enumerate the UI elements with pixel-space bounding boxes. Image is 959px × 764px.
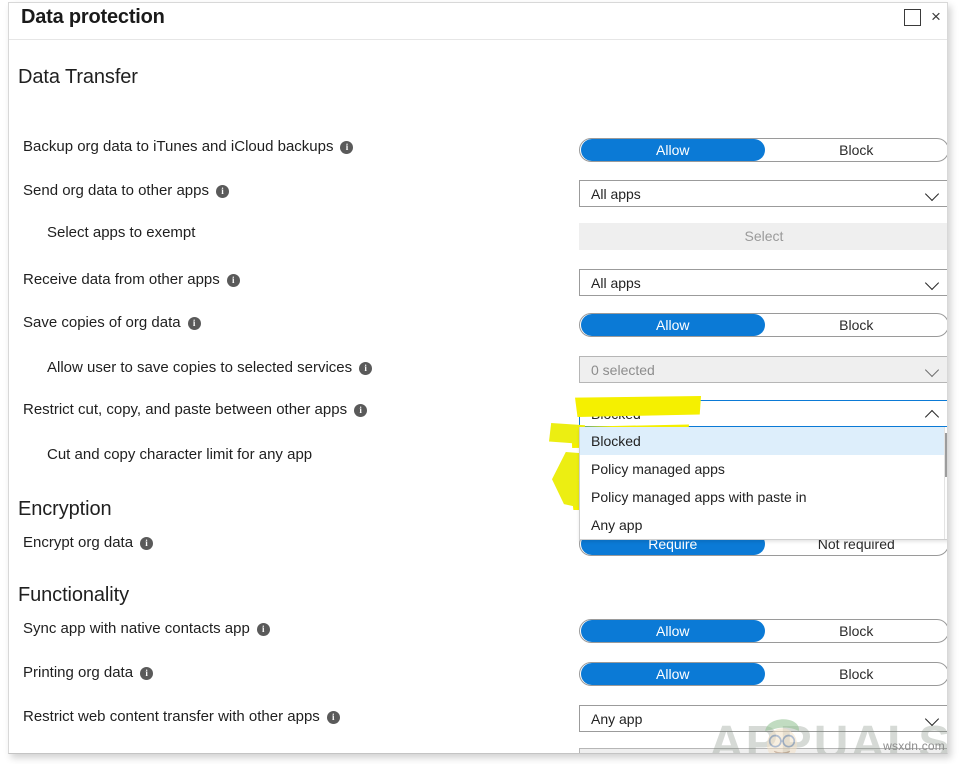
page-title: Data protection	[21, 6, 165, 28]
row-label-restrict-cut-copy-paste: Restrict cut, copy, and paste between ot…	[23, 401, 368, 418]
row-label-text: Send org data to other apps	[23, 182, 209, 199]
combo-receive-data[interactable]: All apps	[579, 269, 947, 296]
toggle-option-block[interactable]: Block	[765, 314, 948, 336]
row-label-text: Sync app with native contacts app	[23, 620, 250, 637]
section-heading-encryption: Encryption	[18, 498, 112, 520]
dropdown-option-blocked[interactable]: Blocked	[580, 427, 947, 455]
row-label-sync-contacts: Sync app with native contacts app i	[23, 620, 270, 637]
info-icon[interactable]: i	[326, 711, 340, 724]
appuals-mascot-icon	[765, 719, 800, 753]
info-icon[interactable]: i	[359, 362, 373, 375]
toggle-printing-org-data[interactable]: Allow Block	[579, 662, 948, 686]
combo-send-org-data[interactable]: All apps	[579, 180, 947, 207]
row-label-printing-org-data: Printing org data i	[23, 664, 154, 681]
data-protection-window: Data protection × Data Transfer Backup o…	[8, 2, 948, 754]
row-label-allow-save-selected-services: Allow user to save copies to selected se…	[47, 359, 373, 376]
combo-value: All apps	[591, 274, 641, 291]
combo-allow-save-selected-services[interactable]: 0 selected	[579, 356, 947, 383]
row-label-text: Cut and copy character limit for any app	[47, 446, 313, 463]
row-label-text: Encrypt org data	[23, 534, 134, 551]
close-icon[interactable]: ×	[931, 7, 947, 27]
row-label-text: Allow user to save copies to selected se…	[47, 359, 353, 376]
info-icon[interactable]: i	[354, 404, 368, 417]
row-label-select-apps-exempt: Select apps to exempt	[47, 224, 195, 241]
combo-restrict-cut-copy-paste[interactable]: Blocked	[579, 400, 947, 427]
info-icon[interactable]: i	[340, 141, 354, 154]
chevron-down-icon[interactable]	[926, 365, 940, 374]
select-apps-button[interactable]: Select	[579, 223, 947, 250]
row-label-text: Printing org data	[23, 664, 134, 681]
combo-value: Blocked	[591, 405, 641, 422]
info-icon[interactable]: i	[140, 667, 154, 680]
dropdown-option-policy-managed-apps-with-paste-in[interactable]: Policy managed apps with paste in	[580, 483, 947, 511]
chevron-down-icon[interactable]	[926, 189, 940, 198]
row-label-text: Restrict cut, copy, and paste between ot…	[23, 401, 348, 418]
row-label-save-copies: Save copies of org data i	[23, 314, 201, 331]
row-label-text: Backup org data to iTunes and iCloud bac…	[23, 138, 334, 155]
combo-value: 0 selected	[591, 361, 655, 378]
row-label-encrypt-org-data: Encrypt org data i	[23, 534, 154, 551]
info-icon[interactable]: i	[256, 623, 270, 636]
chevron-down-icon[interactable]	[926, 278, 940, 287]
toggle-option-block[interactable]: Block	[765, 663, 948, 685]
info-icon[interactable]: i	[226, 274, 240, 287]
dropdown-option-any-app[interactable]: Any app	[580, 511, 947, 539]
row-label-text: Select apps to exempt	[47, 224, 196, 241]
row-label-send-org-data: Send org data to other apps i	[23, 182, 229, 199]
row-label-backup-itunes: Backup org data to iTunes and iCloud bac…	[23, 138, 354, 155]
site-credit: wsxdn.com	[883, 739, 945, 753]
row-label-restrict-web-content: Restrict web content transfer with other…	[23, 708, 340, 725]
row-label-text: Save copies of org data	[23, 314, 181, 331]
toggle-sync-contacts[interactable]: Allow Block	[579, 619, 948, 643]
row-label-unmanaged-browser-protocol: Unmanaged browser protocoli	[47, 752, 264, 753]
toggle-option-allow[interactable]: Allow	[581, 314, 765, 336]
toggle-option-allow[interactable]: Allow	[581, 663, 765, 685]
toggle-save-copies[interactable]: Allow Block	[579, 313, 948, 337]
info-icon[interactable]: i	[187, 317, 201, 330]
toggle-option-allow[interactable]: Allow	[581, 620, 765, 642]
toggle-backup-itunes[interactable]: Allow Block	[579, 138, 948, 162]
dropdown-scrollbar[interactable]	[944, 427, 947, 539]
row-label-cut-copy-char-limit: Cut and copy character limit for any app	[47, 446, 312, 463]
maximize-icon[interactable]	[904, 9, 921, 26]
info-icon[interactable]: i	[215, 185, 229, 198]
combo-value: All apps	[591, 185, 641, 202]
row-label-text: Restrict web content transfer with other…	[23, 708, 320, 725]
chevron-up-icon[interactable]	[926, 409, 940, 418]
toggle-option-allow[interactable]: Allow	[581, 139, 765, 161]
row-label-text: Unmanaged browser protocol	[47, 752, 244, 753]
row-label-text: Receive data from other apps	[23, 271, 220, 288]
window-titlebar: Data protection ×	[9, 3, 947, 40]
toggle-option-block[interactable]: Block	[765, 139, 948, 161]
dropdown-option-policy-managed-apps[interactable]: Policy managed apps	[580, 455, 947, 483]
toggle-option-block[interactable]: Block	[765, 620, 948, 642]
section-heading-data-transfer: Data Transfer	[18, 66, 138, 88]
info-icon[interactable]: i	[140, 537, 154, 550]
section-heading-functionality: Functionality	[18, 584, 129, 606]
dropdown-restrict-cut-copy-paste-options[interactable]: Blocked Policy managed apps Policy manag…	[579, 427, 947, 540]
row-label-receive-data: Receive data from other apps i	[23, 271, 240, 288]
settings-content: Data Transfer Backup org data to iTunes …	[9, 40, 948, 753]
